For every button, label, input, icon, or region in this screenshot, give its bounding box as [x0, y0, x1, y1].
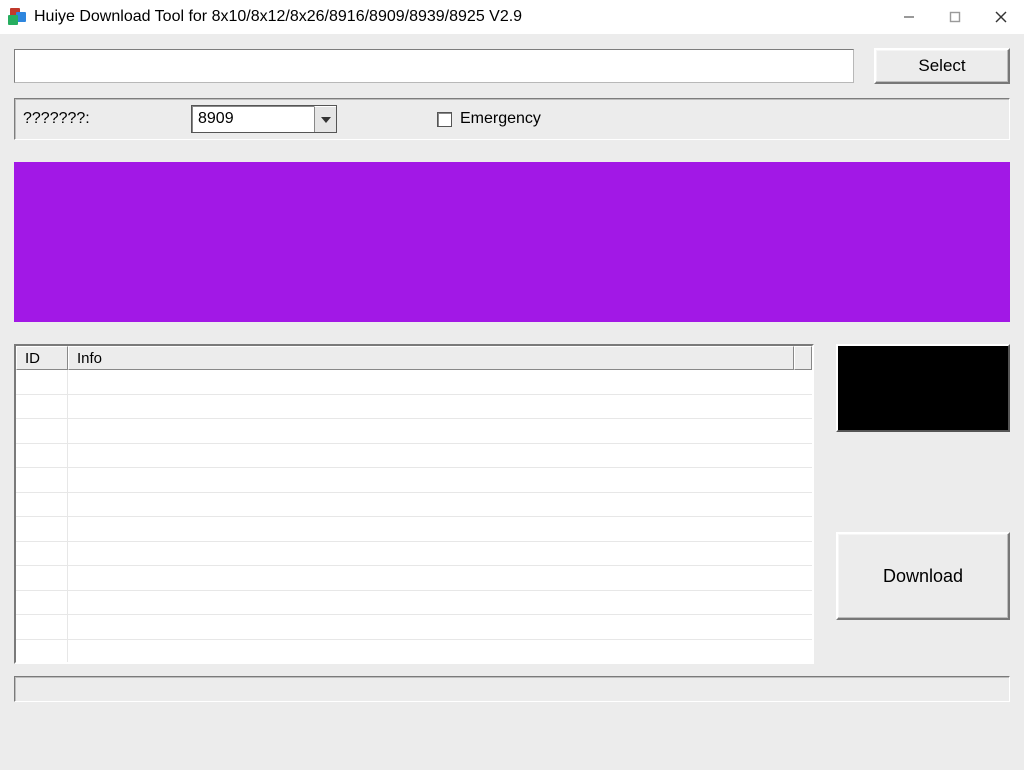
download-button[interactable]: Download [836, 532, 1010, 620]
checkbox-box-icon [437, 112, 452, 127]
column-header-id[interactable]: ID [16, 346, 68, 370]
status-bar [14, 676, 1010, 702]
table-row[interactable] [16, 444, 812, 469]
status-display-panel [14, 162, 1010, 322]
platform-combobox[interactable]: 8909 [191, 105, 337, 133]
select-button[interactable]: Select [874, 48, 1010, 84]
table-row[interactable] [16, 517, 812, 542]
window-controls [886, 0, 1024, 34]
log-table[interactable]: ID Info [14, 344, 814, 664]
side-column: Download [836, 344, 1010, 664]
table-row[interactable] [16, 542, 812, 567]
emergency-label: Emergency [460, 110, 541, 128]
close-button[interactable] [978, 0, 1024, 34]
table-row[interactable] [16, 566, 812, 591]
lower-area: ID Info Download [14, 344, 1010, 664]
platform-value: 8909 [192, 106, 314, 132]
minimize-button[interactable] [886, 0, 932, 34]
app-icon [8, 8, 26, 26]
file-row: Select [14, 48, 1010, 84]
client-area: Select ???????: 8909 Emergency ID Info [0, 34, 1024, 770]
emergency-checkbox[interactable]: Emergency [437, 110, 541, 128]
table-row[interactable] [16, 640, 812, 663]
titlebar: Huiye Download Tool for 8x10/8x12/8x26/8… [0, 0, 1024, 34]
table-body [16, 370, 812, 662]
maximize-button[interactable] [932, 0, 978, 34]
platform-label: ???????: [23, 110, 181, 128]
table-row[interactable] [16, 615, 812, 640]
table-row[interactable] [16, 468, 812, 493]
chevron-down-icon[interactable] [314, 106, 336, 132]
config-panel: ???????: 8909 Emergency [14, 98, 1010, 140]
table-row[interactable] [16, 395, 812, 420]
table-header: ID Info [16, 346, 812, 370]
close-icon [995, 11, 1007, 23]
table-row[interactable] [16, 370, 812, 395]
window-title: Huiye Download Tool for 8x10/8x12/8x26/8… [34, 8, 522, 26]
column-header-info[interactable]: Info [68, 346, 794, 370]
preview-button[interactable] [836, 344, 1010, 432]
minimize-icon [903, 11, 915, 23]
table-row[interactable] [16, 591, 812, 616]
table-row[interactable] [16, 493, 812, 518]
column-header-gap [794, 346, 812, 370]
maximize-icon [949, 11, 961, 23]
firmware-path-input[interactable] [14, 49, 854, 83]
table-row[interactable] [16, 419, 812, 444]
